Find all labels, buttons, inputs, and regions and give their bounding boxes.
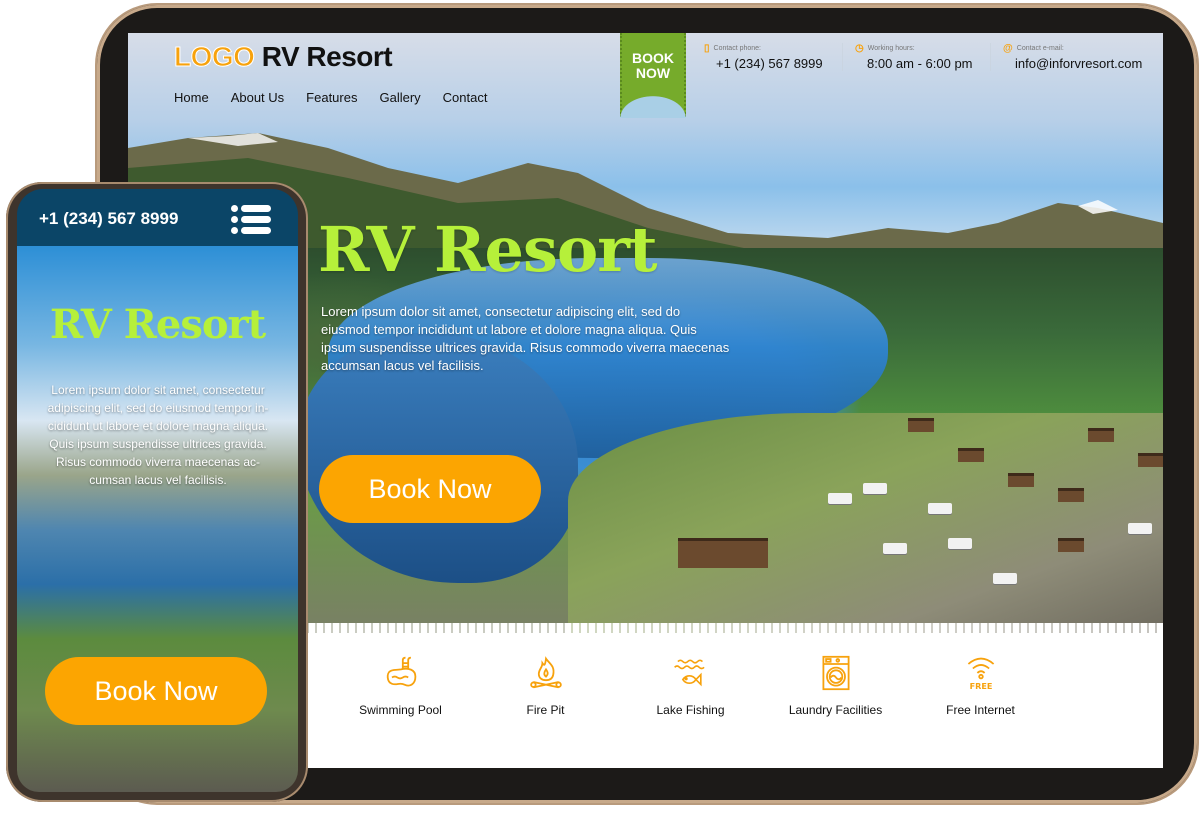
contact-hours-label: Working hours: xyxy=(867,45,915,52)
hero-title: RV Resort xyxy=(318,213,658,286)
phone-icon: ▯ xyxy=(704,43,710,54)
nav-features[interactable]: Features xyxy=(306,90,357,105)
feature-fire-pit[interactable]: Fire Pit xyxy=(473,653,618,717)
rv xyxy=(993,573,1017,584)
phone-hero-description: Lorem ipsum dolor sit amet, consectetur … xyxy=(47,383,269,487)
free-badge: FREE xyxy=(969,681,992,691)
ribbon-line-1: BOOK xyxy=(632,50,674,66)
contact-email: @ Contact e-mail: info@inforvresort.com xyxy=(999,43,1159,71)
rv xyxy=(1128,523,1152,534)
laundry-icon xyxy=(822,655,849,691)
nav-about-us[interactable]: About Us xyxy=(231,90,284,105)
ribbon-line-2: NOW xyxy=(635,65,671,81)
cabin xyxy=(1058,538,1084,552)
book-now-button[interactable]: Book Now xyxy=(319,455,541,523)
hero-description: Lorem ipsum dolor sit amet, consectetur … xyxy=(321,304,730,373)
nav-contact[interactable]: Contact xyxy=(443,90,488,105)
feature-label: Free Internet xyxy=(946,703,1015,717)
campground xyxy=(568,413,1163,633)
rv xyxy=(828,493,852,504)
phone-hero-title: RV Resort xyxy=(49,301,266,348)
phone-number[interactable]: +1 (234) 567 8999 xyxy=(39,209,178,229)
feature-swimming-pool[interactable]: Swimming Pool xyxy=(328,653,473,717)
contact-phone: ▯ Contact phone: +1 (234) 567 8999 xyxy=(700,43,843,71)
cabin xyxy=(1138,453,1163,467)
lodge-building xyxy=(678,538,768,568)
contact-hours-value: 8:00 am - 6:00 pm xyxy=(867,56,973,71)
swimming-pool-icon xyxy=(386,656,416,687)
cabin xyxy=(908,418,934,432)
phone-book-now-button[interactable]: Book Now xyxy=(45,657,267,725)
phone-header: +1 (234) 567 8999 xyxy=(17,189,298,246)
contact-phone-label: Contact phone: xyxy=(713,45,761,52)
hamburger-menu-icon[interactable] xyxy=(231,203,273,235)
nav-home[interactable]: Home xyxy=(174,90,209,105)
feature-free-internet[interactable]: FREE Free Internet xyxy=(908,653,1053,717)
feature-label: Fire Pit xyxy=(526,703,565,717)
main-nav: Home About Us Features Gallery Contact xyxy=(174,90,487,105)
cabin xyxy=(958,448,984,462)
lake-fishing-icon xyxy=(673,659,705,687)
logo-mark: LOGO xyxy=(173,41,255,73)
at-icon: @ xyxy=(1003,43,1013,54)
phone-screen: +1 (234) 567 8999 RV Resort Lorem ipsum … xyxy=(17,189,298,792)
nav-gallery[interactable]: Gallery xyxy=(379,90,420,105)
contact-email-value[interactable]: info@inforvresort.com xyxy=(1003,56,1159,71)
rv xyxy=(948,538,972,549)
clock-icon: ◷ xyxy=(855,43,864,54)
cabin xyxy=(1088,428,1114,442)
site-logo[interactable]: LOGO RV Resort xyxy=(173,41,393,73)
book-now-ribbon[interactable]: BOOK NOW xyxy=(620,33,686,118)
cabin xyxy=(1058,488,1084,502)
features-row: Swimming Pool Fire Pit Lake Fishing Laun… xyxy=(328,653,1053,717)
rv xyxy=(863,483,887,494)
feature-lake-fishing[interactable]: Lake Fishing xyxy=(618,653,763,717)
feature-laundry[interactable]: Laundry Facilities xyxy=(763,653,908,717)
feature-label: Swimming Pool xyxy=(359,703,442,717)
free-wifi-icon: FREE xyxy=(967,657,994,691)
contact-email-label: Contact e-mail: xyxy=(1016,45,1064,52)
rv xyxy=(883,543,907,554)
cabin xyxy=(1008,473,1034,487)
contact-phone-value[interactable]: +1 (234) 567 8999 xyxy=(704,56,842,71)
contact-hours: ◷ Working hours: 8:00 am - 6:00 pm xyxy=(851,43,991,71)
fire-pit-icon xyxy=(529,656,562,689)
logo-name: RV Resort xyxy=(261,41,393,72)
feature-label: Lake Fishing xyxy=(656,703,725,717)
rv xyxy=(928,503,952,514)
contact-bar: ▯ Contact phone: +1 (234) 567 8999 ◷ Wor… xyxy=(700,43,1163,71)
feature-label: Laundry Facilities xyxy=(788,703,883,717)
